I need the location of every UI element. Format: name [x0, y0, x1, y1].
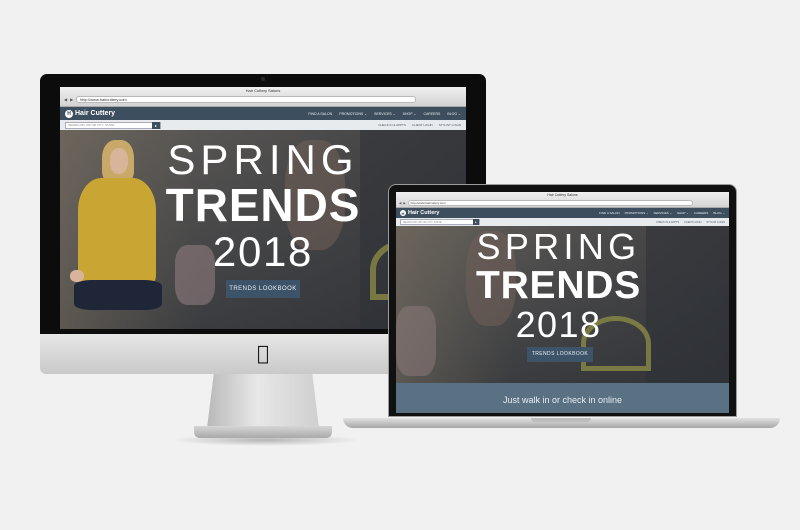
util-stylist-login[interactable]: STYLIST LOGIN [439, 123, 461, 127]
util-client-login[interactable]: CLIENT LOGIN [412, 123, 433, 127]
hero-line-spring: SPRING [476, 226, 641, 267]
apple-logo-icon:  [253, 341, 273, 365]
nav-services[interactable]: SERVICES ⌄ [374, 112, 396, 116]
hero-headline-laptop: SPRING TRENDS 2018 [396, 228, 725, 345]
nav-careers[interactable]: CAREERS [694, 211, 709, 215]
nav-promotions[interactable]: PROMOTIONS ⌄ [339, 112, 367, 116]
forward-icon[interactable]: ▶ [70, 97, 73, 102]
logo-text: Hair Cuttery [75, 110, 116, 117]
search-input[interactable]: SEARCH BY ZIP OR CITY, STATE [403, 221, 473, 224]
nav-blog[interactable]: BLOG ⌄ [447, 112, 461, 116]
address-bar[interactable]: http://www.haircuttery.com [76, 96, 417, 103]
hero-line-spring: SPRING [167, 136, 359, 183]
macbook-notch [531, 418, 591, 422]
logo-text: Hair Cuttery [408, 210, 440, 216]
nav-shop[interactable]: SHOP ⌄ [403, 112, 417, 116]
search-bar-row: SEARCH BY ZIP OR CITY, STATE ▸ CHECK IN … [60, 120, 466, 130]
address-row-laptop: ◀ ▶ http://www.haircuttery.com [396, 198, 729, 207]
imac-stand-neck [207, 374, 319, 428]
site-logo-laptop[interactable]: H Hair Cuttery [400, 210, 439, 216]
util-stylist-login[interactable]: STYLIST LOGIN [706, 221, 725, 224]
back-icon[interactable]: ◀ [64, 97, 67, 102]
utility-links: CHECK IN & APPTS CLIENT LOGIN STYLIST LO… [378, 123, 461, 127]
site-navbar: H Hair Cuttery FIND A SALON PROMOTIONS ⌄… [60, 107, 466, 120]
camera-icon [261, 77, 265, 81]
search-go-icon[interactable]: ▸ [473, 219, 479, 225]
search-input[interactable]: SEARCH BY ZIP OR CITY, STATE [68, 123, 152, 127]
browser-chrome-laptop: Hair Cuttery Salons ◀ ▶ http://www.hairc… [396, 192, 729, 208]
macbook-screen: Hair Cuttery Salons ◀ ▶ http://www.hairc… [396, 192, 729, 413]
salon-search: SEARCH BY ZIP OR CITY, STATE ▸ [65, 121, 161, 129]
browser-chrome: Hair Cuttery Salons ◀ ▶ http://www.hairc… [60, 87, 466, 107]
device-mockup-stage: Hair Cuttery Salons ◀ ▶ http://www.hairc… [0, 0, 800, 530]
walk-in-banner[interactable]: Just walk in or check in online [396, 383, 729, 413]
search-bar-row-laptop: SEARCH BY ZIP OR CITY, STATE ▸ CHECK IN … [396, 218, 729, 226]
nav-careers[interactable]: CAREERS [423, 112, 440, 116]
site-navbar-laptop: H Hair Cuttery FIND A SALON PROMOTIONS ⌄… [396, 208, 729, 218]
trends-lookbook-button[interactable]: TRENDS LOOKBOOK [226, 280, 300, 298]
site-logo[interactable]: H Hair Cuttery [65, 109, 116, 118]
logo-mark-icon: H [400, 210, 406, 216]
nav-find-a-salon[interactable]: FIND A SALON [599, 211, 620, 215]
hero-line-year: 2018 [515, 304, 602, 345]
main-nav: FIND A SALON PROMOTIONS ⌄ SERVICES ⌄ SHO… [308, 112, 461, 116]
hero-line-trends: TRENDS [475, 264, 642, 307]
nav-shop[interactable]: SHOP ⌄ [677, 211, 689, 215]
address-row: ◀ ▶ http://www.haircuttery.com [60, 94, 466, 105]
window-title: Hair Cuttery Salons [245, 88, 281, 93]
logo-mark-icon: H [65, 109, 73, 118]
salon-search-laptop: SEARCH BY ZIP OR CITY, STATE ▸ [400, 219, 480, 225]
nav-blog[interactable]: BLOG ⌄ [713, 211, 725, 215]
imac-stand-foot [194, 426, 332, 438]
utility-links-laptop: CHECK IN & APPTS CLIENT LOGIN STYLIST LO… [656, 221, 725, 224]
forward-icon[interactable]: ▶ [403, 201, 405, 205]
back-icon[interactable]: ◀ [399, 201, 401, 205]
hero-banner-laptop: SPRING TRENDS 2018 TRENDS LOOKBOOK [396, 226, 729, 383]
util-client-login[interactable]: CLIENT LOGIN [684, 221, 701, 224]
util-check-in[interactable]: CHECK IN & APPTS [656, 221, 679, 224]
trends-lookbook-button[interactable]: TRENDS LOOKBOOK [527, 347, 593, 362]
main-nav-laptop: FIND A SALON PROMOTIONS ⌄ SERVICES ⌄ SHO… [599, 211, 725, 215]
util-check-in[interactable]: CHECK IN & APPTS [378, 123, 406, 127]
address-bar-laptop[interactable]: http://www.haircuttery.com [407, 199, 693, 206]
website-laptop: Hair Cuttery Salons ◀ ▶ http://www.hairc… [396, 192, 729, 413]
nav-promotions[interactable]: PROMOTIONS ⌄ [625, 211, 649, 215]
search-go-icon[interactable]: ▸ [152, 121, 160, 129]
nav-services[interactable]: SERVICES ⌄ [654, 211, 672, 215]
nav-find-a-salon[interactable]: FIND A SALON [308, 112, 332, 116]
